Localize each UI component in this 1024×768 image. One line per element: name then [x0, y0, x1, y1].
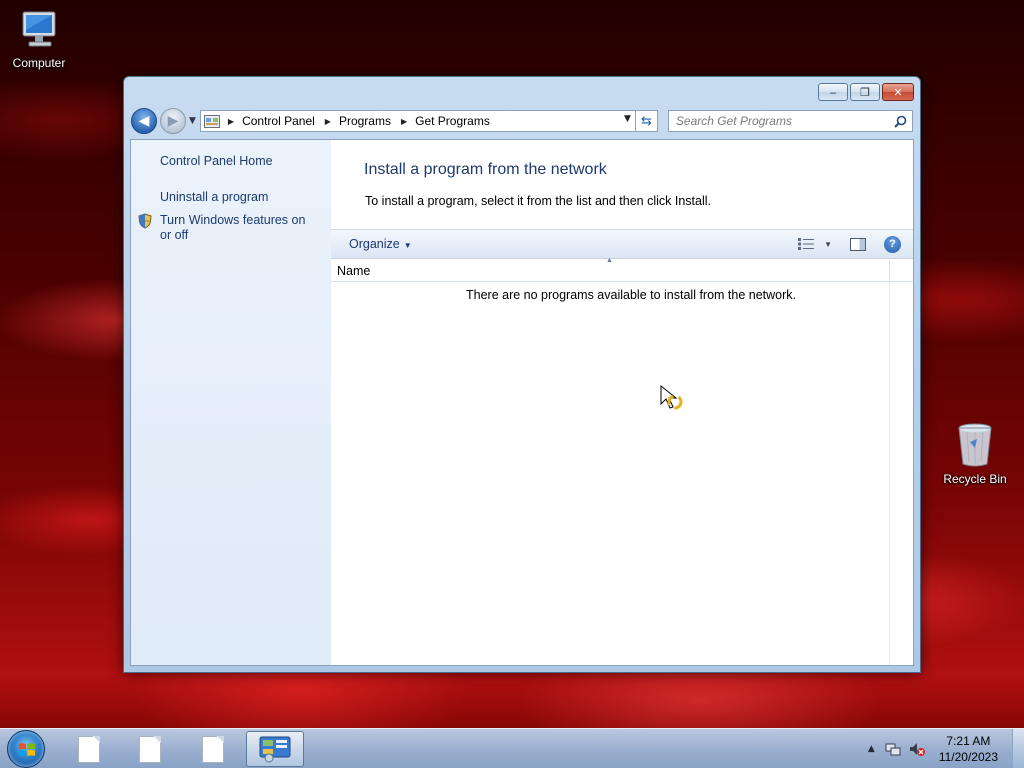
computer-label: Computer [12, 56, 66, 70]
breadcrumb-separator-icon[interactable]: ▶ [401, 117, 407, 126]
start-button[interactable] [7, 730, 45, 768]
busy-cursor-icon [660, 384, 683, 410]
change-view-button[interactable]: ▼ [798, 238, 832, 250]
breadcrumb-separator-icon[interactable]: ▶ [228, 117, 234, 126]
address-bar[interactable]: ▶ Control Panel ▶ Programs ▶ Get Program… [199, 110, 636, 132]
search-icon[interactable] [894, 115, 907, 128]
control-panel-home-link[interactable]: Control Panel Home [131, 154, 331, 169]
forward-arrow-icon: ▶ [167, 113, 179, 129]
navigation-bar: ◀ ▶ ▼ ▶ Control Panel ▶ Programs ▶ Get P… [131, 107, 913, 135]
uninstall-program-link[interactable]: Uninstall a program [131, 190, 331, 205]
recycle-bin-label: Recycle Bin [943, 472, 1007, 486]
computer-desktop-icon[interactable]: Computer [1, 8, 77, 70]
taskbar: ▲ 7:21 AM 11/20/2023 [0, 728, 1024, 768]
chevron-down-icon: ▼ [403, 241, 412, 250]
get-programs-window: ‒ ❐ ✕ ◀ ▶ ▼ ▶ Control Panel ▶ Programs ▶… [123, 76, 921, 673]
network-icon[interactable] [885, 741, 901, 757]
show-hidden-icons-icon[interactable]: ▲ [868, 744, 875, 754]
sort-ascending-icon: ▲ [606, 257, 613, 264]
control-panel-folder-icon [203, 114, 220, 128]
breadcrumb-separator-icon[interactable]: ▶ [325, 117, 331, 126]
help-icon[interactable]: ? [884, 235, 901, 253]
windows-features-label: Turn Windows features on or off [160, 213, 306, 242]
taskbar-item-document-3[interactable] [184, 731, 242, 767]
window-client-area: Control Panel Home Uninstall a program T… [130, 139, 914, 666]
empty-list-message: There are no programs available to insta… [466, 288, 797, 302]
taskbar-item-control-panel[interactable] [246, 731, 304, 767]
recycle-bin-icon [958, 423, 992, 467]
name-column-label: Name [337, 263, 371, 278]
system-clock[interactable]: 7:21 AM 11/20/2023 [939, 733, 998, 765]
search-input[interactable] [675, 114, 876, 128]
organize-button[interactable]: Organize ▼ [349, 237, 412, 251]
taskbar-item-document-2[interactable] [121, 731, 179, 767]
organize-label: Organize [349, 237, 400, 251]
control-panel-icon [259, 736, 291, 763]
restore-button[interactable]: ❐ [850, 83, 880, 101]
windows-logo-icon [19, 743, 35, 756]
column-header-filler [889, 260, 913, 282]
details-view-icon [798, 238, 815, 250]
task-pane: Control Panel Home Uninstall a program T… [131, 140, 331, 665]
clock-time: 7:21 AM [946, 734, 991, 748]
windows-features-link[interactable]: Turn Windows features on or off [131, 213, 331, 243]
search-box[interactable] [667, 110, 913, 132]
back-arrow-icon: ◀ [138, 113, 150, 129]
document-icon [202, 735, 224, 763]
back-button[interactable]: ◀ [131, 108, 157, 134]
command-bar-tools: ▼ ? [798, 235, 901, 253]
clock-date: 11/20/2023 [938, 750, 998, 764]
minimize-button[interactable]: ‒ [818, 83, 848, 101]
refresh-icon: ⇆ [640, 113, 652, 129]
computer-icon [22, 11, 56, 47]
content-pane: Install a program from the network To in… [331, 140, 913, 665]
forward-button[interactable]: ▶ [160, 108, 186, 134]
caption-buttons: ‒ ❐ ✕ [818, 83, 914, 101]
view-dropdown-icon[interactable]: ▼ [824, 240, 832, 249]
refresh-button[interactable]: ⇆ [635, 110, 658, 132]
preview-pane-icon[interactable] [850, 237, 866, 251]
address-dropdown-icon[interactable]: ▼ [624, 114, 631, 124]
list-scroll-gutter [889, 282, 913, 665]
close-button[interactable]: ✕ [882, 83, 914, 101]
breadcrumb-programs[interactable]: Programs [339, 114, 391, 128]
name-column-header[interactable]: ▲ Name [331, 257, 889, 282]
volume-muted-icon[interactable] [909, 741, 925, 757]
notification-area: ▲ 7:21 AM 11/20/2023 [868, 729, 1024, 768]
document-icon [78, 735, 100, 763]
breadcrumb-get-programs[interactable]: Get Programs [415, 114, 490, 128]
recycle-bin-desktop-icon[interactable]: Recycle Bin [937, 422, 1013, 486]
command-bar: Organize ▼ ▼ ? [331, 229, 913, 259]
document-icon [139, 735, 161, 763]
page-title: Install a program from the network [364, 161, 607, 178]
uac-shield-icon [138, 213, 152, 229]
page-description: To install a program, select it from the… [365, 194, 711, 208]
show-desktop-button[interactable] [1012, 729, 1024, 768]
taskbar-item-document-1[interactable] [60, 731, 118, 767]
recent-pages-dropdown[interactable]: ▼ [189, 116, 196, 126]
breadcrumb-control-panel[interactable]: Control Panel [242, 114, 315, 128]
